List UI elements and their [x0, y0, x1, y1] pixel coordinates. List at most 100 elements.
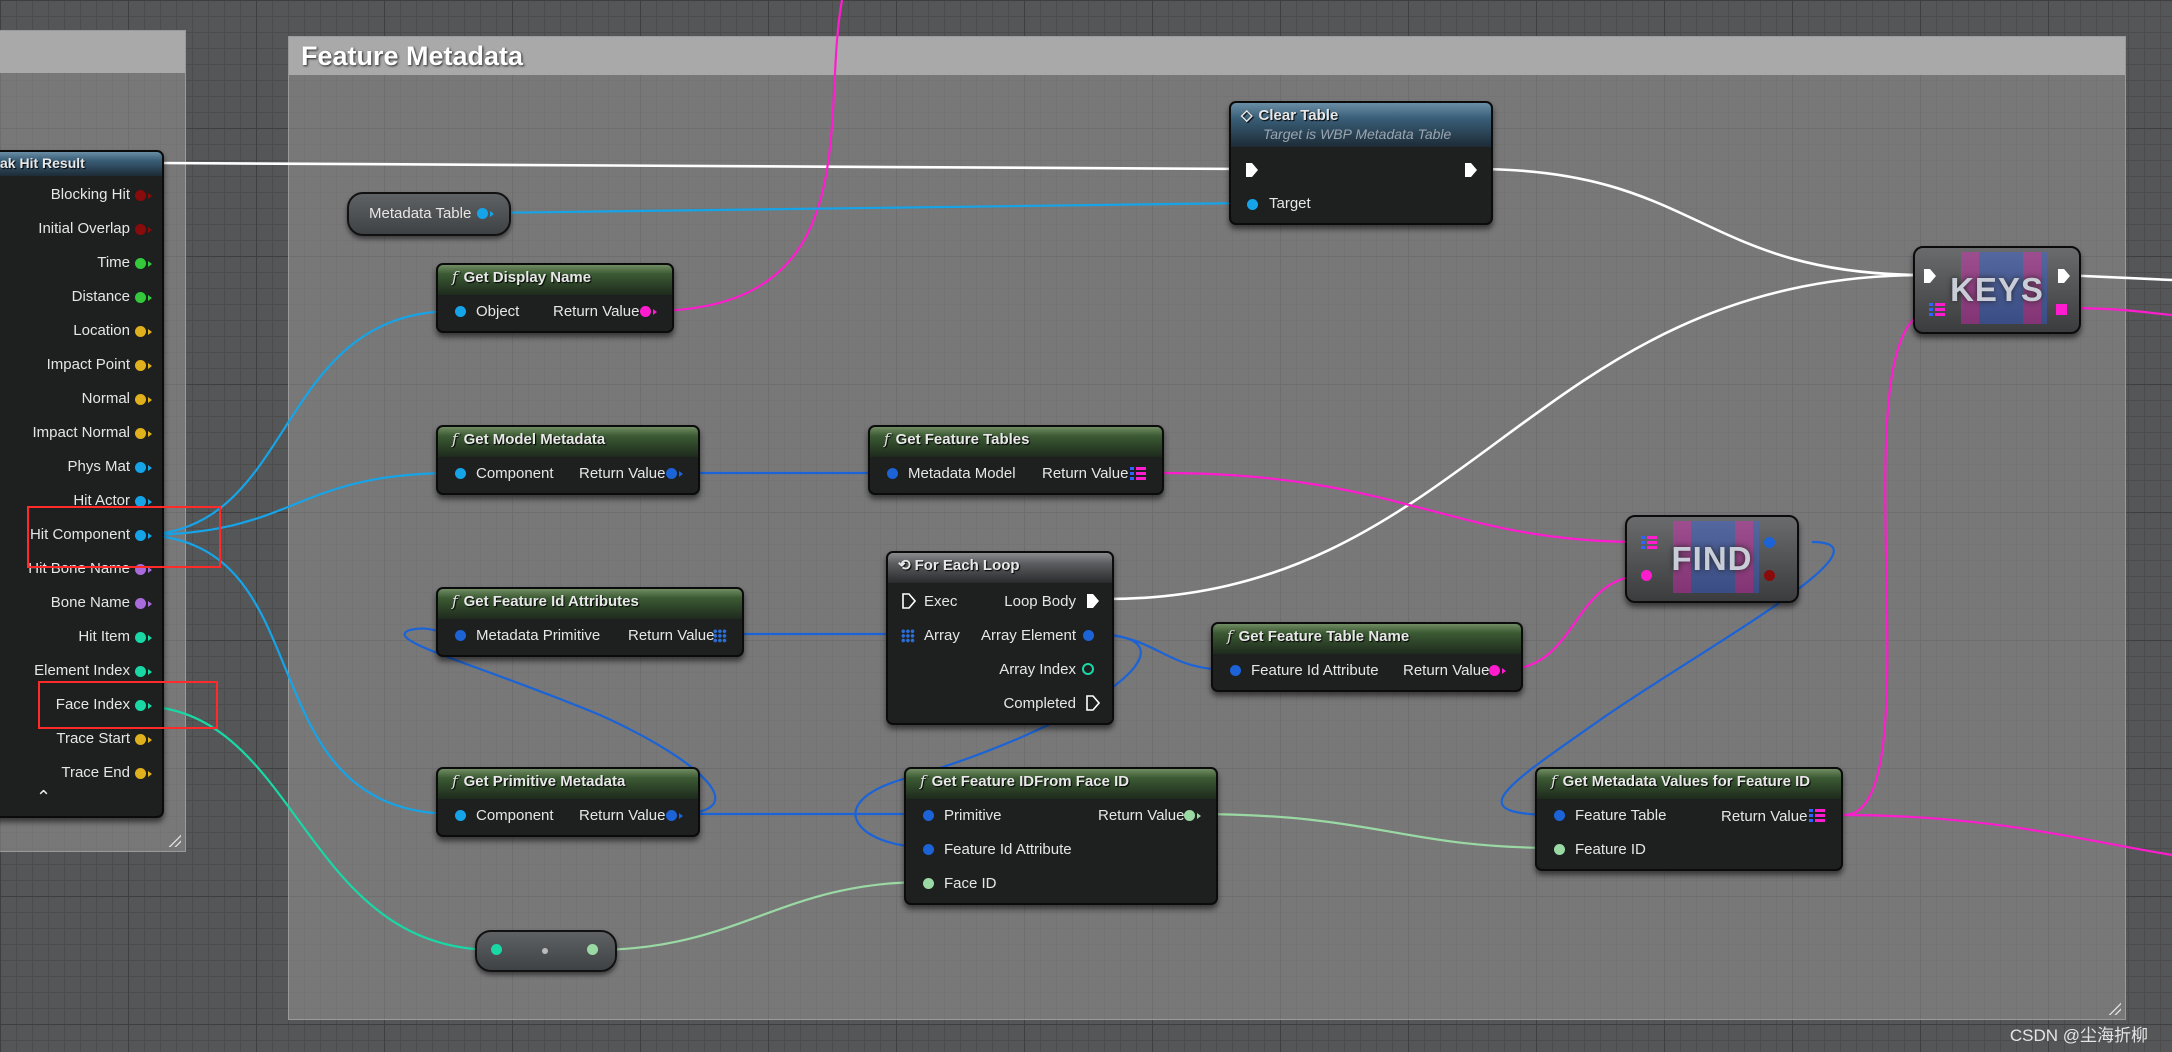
get-feature-id-attributes-header[interactable]: f Get Feature Id Attributes	[438, 589, 742, 619]
get-feature-tables-return-label: Return Value	[1042, 465, 1129, 482]
clear-table-target-pin[interactable]	[1247, 199, 1258, 210]
for-each-loop-exec-label: Exec	[924, 593, 958, 610]
wire-metadata-table	[483, 201, 1251, 215]
get-feature-table-name-return-pin[interactable]	[1489, 665, 1500, 676]
keys-map-in-pin[interactable]	[1929, 302, 1945, 318]
collapse-arrow-icon[interactable]: ⌃	[36, 788, 51, 806]
get-display-name-object-pin[interactable]	[455, 306, 466, 317]
array-pin-icon[interactable]	[713, 629, 727, 643]
keys-exec-in[interactable]	[1923, 268, 1937, 284]
get-display-name-node[interactable]: f Get Display Name Object Return Value	[436, 263, 674, 333]
get-primitive-metadata-component-label: Component	[476, 807, 554, 824]
for-each-loop-exec-in[interactable]	[902, 593, 916, 609]
for-each-loop-header[interactable]: ⟲ For Each Loop	[888, 553, 1112, 583]
get-feature-id-from-face-id-primitive-pin[interactable]	[923, 810, 934, 821]
keys-node[interactable]: KEYS	[1913, 246, 2081, 334]
hit-result-pin[interactable]	[135, 598, 146, 609]
map-pin-icon[interactable]	[1809, 808, 1825, 824]
keys-exec-out[interactable]	[2057, 268, 2071, 284]
get-feature-id-from-face-id-header[interactable]: f Get Feature IDFrom Face ID	[906, 769, 1216, 799]
get-display-name-object-label: Object	[476, 303, 520, 320]
clear-table-node[interactable]: ◇ Clear Table Target is WBP Metadata Tabl…	[1229, 101, 1493, 225]
keys-label: KEYS	[1950, 271, 2044, 308]
find-node[interactable]: FIND	[1625, 515, 1799, 603]
hit-result-pin[interactable]	[135, 190, 146, 201]
metadata-table-out-pin[interactable]	[477, 208, 488, 219]
get-feature-table-name-attr-pin[interactable]	[1230, 665, 1241, 676]
get-metadata-values-id-pin[interactable]	[1554, 844, 1565, 855]
get-model-metadata-header[interactable]: f Get Model Metadata	[438, 427, 698, 457]
get-feature-tables-node[interactable]: f Get Feature Tables Metadata Model Retur…	[868, 425, 1164, 495]
find-bool-out-pin[interactable]	[1764, 570, 1775, 581]
watermark-text: CSDN @尘海折柳	[2009, 1026, 2148, 1045]
conversion-out-pin[interactable]	[587, 944, 598, 955]
get-primitive-metadata-return-pin[interactable]	[666, 810, 677, 821]
wire-metadata-keys	[1843, 308, 1936, 817]
hit-result-pin-arrow	[148, 431, 152, 437]
clear-table-exec-in[interactable]	[1245, 162, 1259, 178]
get-feature-table-name-attr-label: Feature Id Attribute	[1251, 662, 1379, 679]
for-each-loop-node[interactable]: ⟲ For Each Loop Exec Loop Body Array Arra…	[886, 551, 1114, 725]
get-feature-tables-model-label: Metadata Model	[908, 465, 1016, 482]
find-key-in-pin[interactable]	[1641, 570, 1652, 581]
find-value-out-pin[interactable]	[1764, 537, 1775, 548]
hit-result-pin[interactable]	[135, 632, 146, 643]
get-feature-id-attributes-node[interactable]: f Get Feature Id Attributes Metadata Prim…	[436, 587, 744, 657]
function-icon: f	[920, 772, 926, 790]
int-conversion-node[interactable]	[475, 930, 617, 972]
hit-result-pin[interactable]	[135, 224, 146, 235]
get-metadata-values-table-pin[interactable]	[1554, 810, 1565, 821]
find-map-in-pin[interactable]	[1641, 535, 1657, 551]
hit-result-pin[interactable]	[135, 666, 146, 677]
get-display-name-return-arrow	[653, 309, 657, 315]
get-feature-id-attributes-primitive-pin[interactable]	[455, 630, 466, 641]
get-model-metadata-return-pin[interactable]	[666, 468, 677, 479]
get-display-name-title: f Get Display Name	[452, 268, 592, 286]
get-feature-tables-header[interactable]: f Get Feature Tables	[870, 427, 1162, 457]
get-metadata-values-table-label: Feature Table	[1575, 807, 1667, 824]
clear-table-header[interactable]: ◇ Clear Table Target is WBP Metadata Tabl…	[1231, 103, 1491, 147]
for-each-loop-array-pin[interactable]	[901, 629, 915, 643]
hit-result-pin[interactable]	[135, 360, 146, 371]
get-display-name-return-pin[interactable]	[640, 306, 651, 317]
get-metadata-values-return-label: Return Value	[1721, 808, 1808, 825]
hit-result-pin[interactable]	[135, 768, 146, 779]
get-feature-table-name-header[interactable]: f Get Feature Table Name	[1213, 624, 1521, 654]
function-icon: f	[452, 592, 458, 610]
get-feature-id-from-face-id-attr-pin[interactable]	[923, 844, 934, 855]
get-primitive-metadata-header[interactable]: f Get Primitive Metadata	[438, 769, 698, 799]
get-model-metadata-node[interactable]: f Get Model Metadata Component Return Val…	[436, 425, 700, 495]
hit-result-pin[interactable]	[135, 428, 146, 439]
hit-result-pin[interactable]	[135, 292, 146, 303]
function-icon: f	[1227, 627, 1233, 645]
loop-icon: ⟲	[898, 557, 911, 574]
clear-table-exec-out[interactable]	[1464, 162, 1478, 178]
hit-result-pin[interactable]	[135, 462, 146, 473]
get-feature-id-from-face-id-return-pin[interactable]	[1184, 810, 1195, 821]
conversion-in-pin[interactable]	[491, 944, 502, 955]
get-feature-id-from-face-id-node[interactable]: f Get Feature IDFrom Face ID Primitive Re…	[904, 767, 1218, 905]
get-primitive-metadata-component-pin[interactable]	[455, 810, 466, 821]
for-each-loop-body-pin[interactable]	[1086, 593, 1100, 609]
get-feature-tables-model-pin[interactable]	[887, 468, 898, 479]
hit-result-pin-label: Impact Point	[46, 356, 130, 373]
hit-result-pin[interactable]	[135, 326, 146, 337]
get-metadata-values-header[interactable]: f Get Metadata Values for Feature ID	[1537, 769, 1841, 799]
break-hit-result-header[interactable]: ak Hit Result	[0, 152, 162, 176]
hit-result-pin[interactable]	[135, 394, 146, 405]
get-model-metadata-component-pin[interactable]	[455, 468, 466, 479]
hit-result-pin[interactable]	[135, 258, 146, 269]
for-each-loop-index-pin[interactable]	[1082, 663, 1094, 675]
get-primitive-metadata-node[interactable]: f Get Primitive Metadata Component Return…	[436, 767, 700, 837]
for-each-loop-element-pin[interactable]	[1083, 630, 1094, 641]
get-metadata-values-node[interactable]: f Get Metadata Values for Feature ID Feat…	[1535, 767, 1843, 871]
for-each-loop-completed-pin[interactable]	[1086, 695, 1100, 711]
keys-array-out-pin[interactable]	[2056, 304, 2067, 315]
get-display-name-header[interactable]: f Get Display Name	[438, 265, 672, 295]
get-feature-id-from-face-id-face-pin[interactable]	[923, 878, 934, 889]
map-pin-icon[interactable]	[1130, 466, 1146, 482]
metadata-table-variable[interactable]: Metadata Table	[347, 192, 511, 236]
get-feature-table-name-node[interactable]: f Get Feature Table Name Feature Id Attri…	[1211, 622, 1523, 692]
highlight-face-index	[38, 681, 218, 729]
hit-result-pin[interactable]	[135, 734, 146, 745]
